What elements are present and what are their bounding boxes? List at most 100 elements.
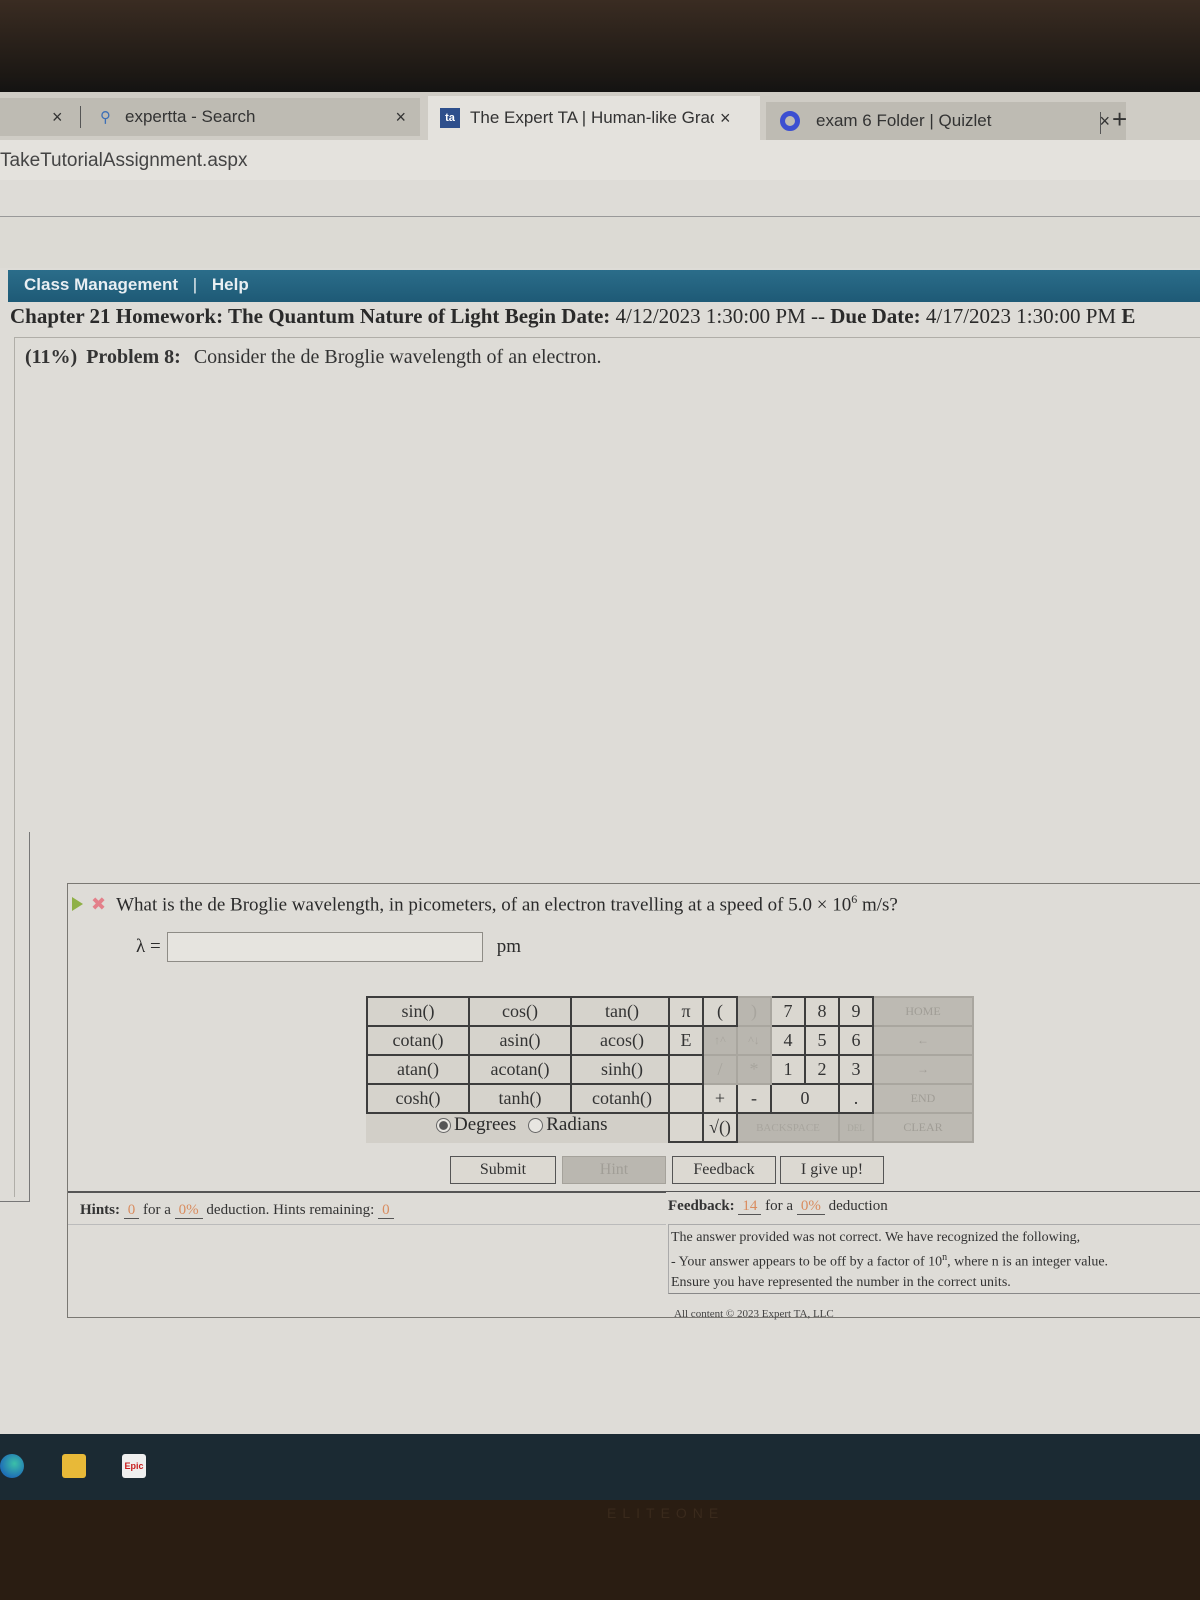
- site-nav: Class Management | Help: [8, 270, 1200, 302]
- fn-cotan[interactable]: cotan(): [366, 1025, 470, 1056]
- feedback-deduction-text: deduction: [828, 1198, 888, 1214]
- key-sqrt[interactable]: √(): [702, 1112, 738, 1143]
- fn-acotan[interactable]: acotan(): [468, 1054, 572, 1085]
- problem-intro: Consider the de Broglie wavelength of an…: [193, 346, 602, 368]
- close-icon[interactable]: ×: [720, 108, 731, 129]
- tab-expert-ta[interactable]: ta The Expert TA | Human-like Grad ×: [428, 96, 760, 140]
- nav-class-management[interactable]: Class Management: [24, 275, 178, 294]
- key-0[interactable]: 0: [770, 1083, 840, 1114]
- tab-expertta-search[interactable]: ⚲ expertta - Search ×: [90, 98, 420, 136]
- edge-icon[interactable]: [0, 1454, 24, 1478]
- fn-tanh[interactable]: tanh(): [468, 1083, 572, 1114]
- expertta-logo-icon: ta: [440, 108, 460, 128]
- fn-cotanh[interactable]: cotanh(): [570, 1083, 674, 1114]
- left-side-panel: [0, 832, 30, 1202]
- submit-button[interactable]: Submit: [450, 1156, 556, 1184]
- key-8[interactable]: 8: [804, 996, 840, 1027]
- feedback-count: 14: [738, 1198, 762, 1215]
- file-explorer-icon[interactable]: [62, 1454, 86, 1478]
- fn-sinh[interactable]: sinh(): [570, 1054, 674, 1085]
- key-decimal[interactable]: .: [838, 1083, 874, 1114]
- key-open-paren[interactable]: (: [702, 996, 738, 1027]
- monitor-bezel-bottom: [0, 1500, 1200, 1600]
- feedback-button[interactable]: Feedback: [672, 1156, 776, 1184]
- nav-help[interactable]: Help: [212, 275, 249, 294]
- tab-separator: [1100, 112, 1101, 134]
- tab-label: exam 6 Folder | Quizlet: [816, 111, 992, 130]
- give-up-button[interactable]: I give up!: [780, 1156, 884, 1184]
- key-backspace: BACKSPACE: [736, 1112, 840, 1143]
- tab-label: expertta - Search: [125, 107, 256, 126]
- key-e[interactable]: E: [668, 1025, 704, 1056]
- key-4[interactable]: 4: [770, 1025, 806, 1056]
- hints-label: Hints:: [80, 1202, 121, 1218]
- key-clear: CLEAR: [872, 1112, 974, 1143]
- key-6[interactable]: 6: [838, 1025, 874, 1056]
- close-icon[interactable]: ×: [395, 107, 406, 128]
- feedback-line-1: The answer provided was not correct. We …: [671, 1230, 1081, 1245]
- tab-label: The Expert TA | Human-like Grad: [470, 108, 714, 127]
- radio-degrees[interactable]: [436, 1117, 451, 1133]
- nav-separator: |: [192, 275, 198, 294]
- fn-asin[interactable]: asin(): [468, 1025, 572, 1056]
- radio-radians[interactable]: [528, 1117, 544, 1133]
- feedback-line-2-main: - Your answer appears to be off by a fac…: [671, 1254, 943, 1270]
- hints-deduction-text: deduction. Hints remaining:: [206, 1202, 375, 1218]
- key-minus[interactable]: -: [736, 1083, 772, 1114]
- key-3[interactable]: 3: [838, 1054, 874, 1085]
- key-2[interactable]: 2: [804, 1054, 840, 1085]
- divider: [666, 1191, 1200, 1192]
- key-9[interactable]: 9: [838, 996, 874, 1027]
- problem-header: (11%) Problem 8: Consider the de Broglie…: [25, 346, 601, 369]
- epic-icon[interactable]: Epic: [122, 1454, 146, 1478]
- fn-atan[interactable]: atan(): [366, 1054, 470, 1085]
- key-home: HOME: [872, 996, 974, 1027]
- address-bar[interactable]: TakeTutorialAssignment.aspx: [0, 140, 1200, 180]
- tab-prev-partial[interactable]: ×: [0, 98, 90, 136]
- copyright: All content © 2023 Expert TA, LLC: [674, 1308, 834, 1320]
- assignment-header: Chapter 21 Homework: The Quantum Nature …: [10, 304, 1200, 329]
- key-pi[interactable]: π: [668, 996, 704, 1027]
- key-7[interactable]: 7: [770, 996, 806, 1027]
- fn-sin[interactable]: sin(): [366, 996, 470, 1027]
- key-blank: [668, 1054, 704, 1085]
- key-up-arrow: ↑^: [702, 1025, 738, 1056]
- truncated-text: E: [1121, 304, 1136, 328]
- quizlet-logo-icon: [780, 111, 800, 131]
- address-text: TakeTutorialAssignment.aspx: [0, 150, 248, 171]
- question-text: What is the de Broglie wavelength, in pi…: [116, 892, 898, 916]
- fn-cos[interactable]: cos(): [468, 996, 572, 1027]
- key-1[interactable]: 1: [770, 1054, 806, 1085]
- tab-quizlet[interactable]: exam 6 Folder | Quizlet ×: [766, 102, 1126, 140]
- page-toolbar-strip: [0, 216, 1200, 268]
- new-tab-button[interactable]: +: [1112, 104, 1127, 135]
- fn-acos[interactable]: acos(): [570, 1025, 674, 1056]
- key-plus[interactable]: +: [702, 1083, 738, 1114]
- date-separator: --: [810, 304, 825, 328]
- answer-row: λ = pm: [136, 932, 521, 962]
- key-multiply: *: [736, 1054, 772, 1085]
- fn-cosh[interactable]: cosh(): [366, 1083, 470, 1114]
- close-icon[interactable]: ×: [52, 107, 63, 128]
- key-del: DEL: [838, 1112, 874, 1143]
- key-divide: /: [702, 1054, 738, 1085]
- question-row: ✖ What is the de Broglie wavelength, in …: [68, 892, 898, 916]
- begin-date: 4/12/2023 1:30:00 PM: [615, 304, 806, 328]
- fn-tan[interactable]: tan(): [570, 996, 674, 1027]
- function-pad: sin() cos() tan() cotan() asin() acos() …: [366, 996, 674, 1114]
- answer-input[interactable]: [166, 932, 483, 962]
- key-close-paren: ): [736, 996, 772, 1027]
- key-blank: [668, 1112, 704, 1143]
- begin-date-label: Begin Date:: [504, 304, 611, 328]
- feedback-line-3: Ensure you have represented the number i…: [671, 1274, 1011, 1290]
- assignment-title: Chapter 21 Homework: The Quantum Nature …: [10, 304, 500, 328]
- browser-window: × ⚲ expertta - Search × ta The Expert TA…: [0, 92, 1200, 1500]
- due-date-label: Due Date:: [830, 304, 921, 328]
- divider: [68, 1191, 666, 1193]
- epic-label: Epic: [124, 1461, 144, 1471]
- close-icon[interactable]: ×: [1099, 111, 1110, 132]
- play-icon[interactable]: [72, 897, 83, 912]
- key-left-arrow: ←: [872, 1025, 974, 1056]
- feedback-message: The answer provided was not correct. We …: [668, 1224, 1200, 1294]
- key-5[interactable]: 5: [804, 1025, 840, 1056]
